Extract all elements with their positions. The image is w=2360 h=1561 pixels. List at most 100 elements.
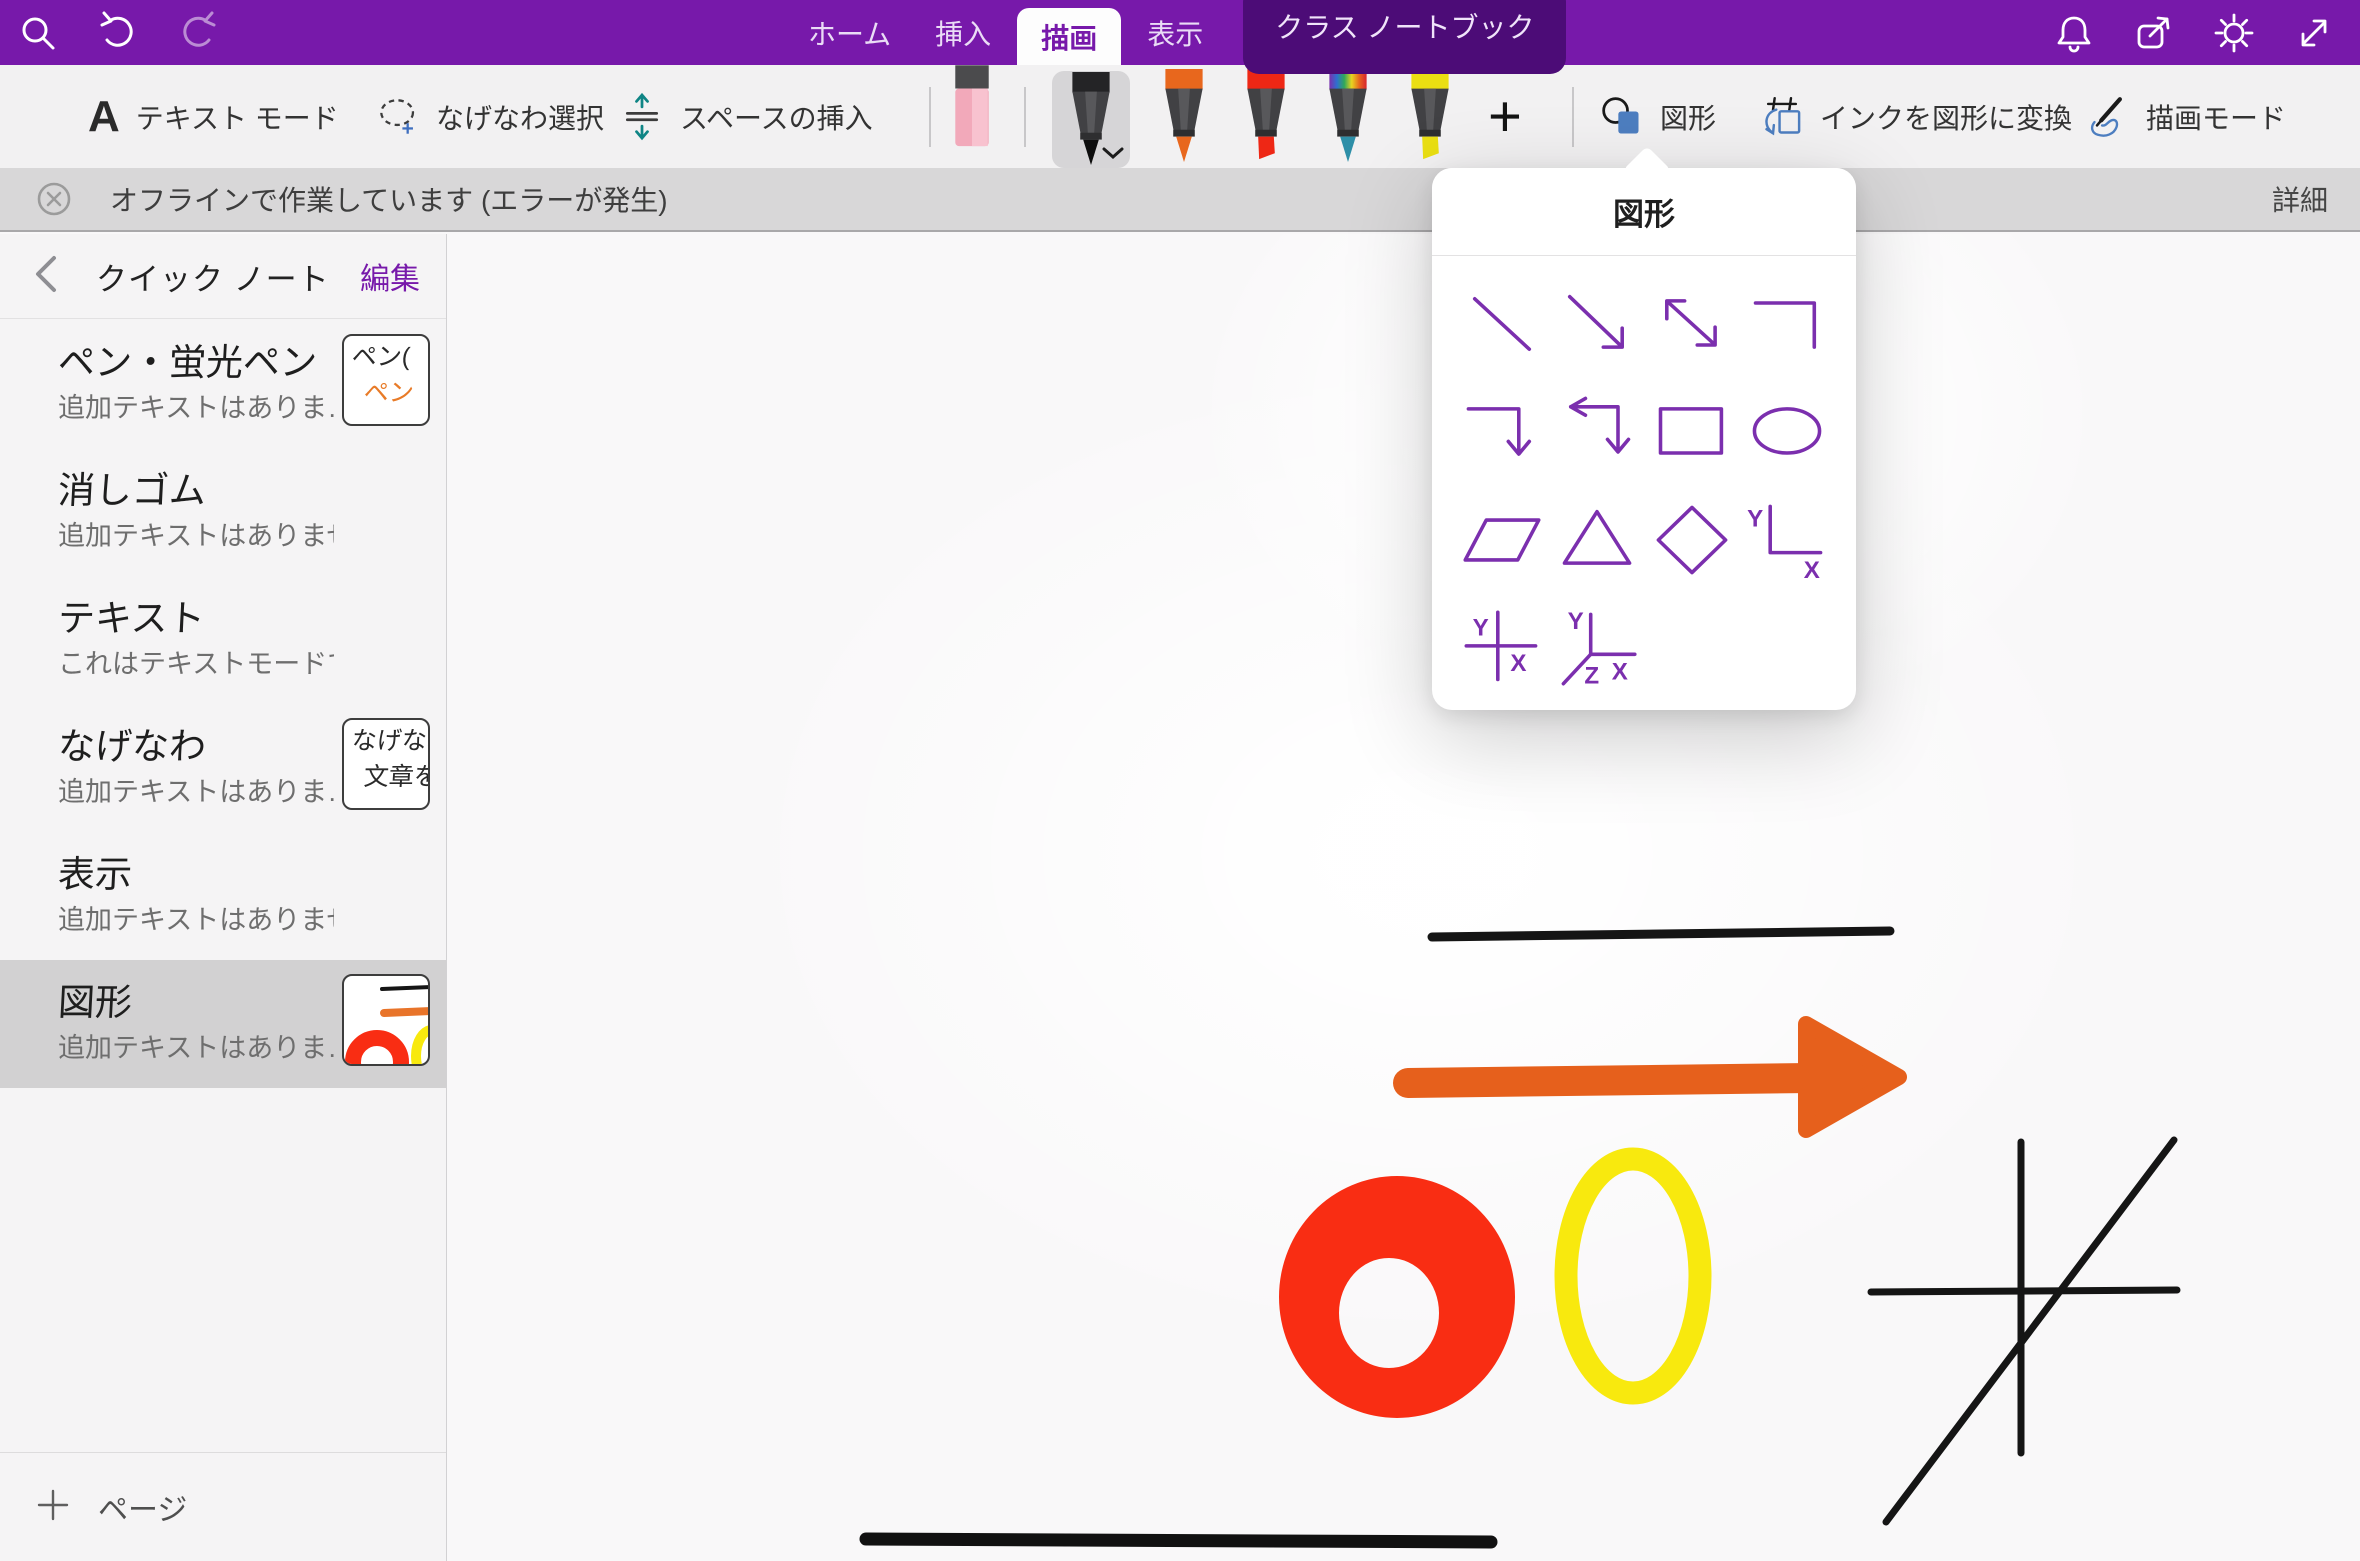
ink-to-shape-icon [1760, 95, 1804, 139]
page-title: 表示 [57, 852, 335, 898]
yellow-highlighter[interactable] [1402, 69, 1458, 165]
ink-to-shape-button[interactable]: インクを図形に変換 [1760, 65, 2072, 168]
shapes-popup: 図形 YXYXYZX [1432, 168, 1856, 710]
pen-options-chevron-icon[interactable] [1102, 147, 1124, 165]
page-title: 図形 [57, 980, 335, 1026]
edit-button[interactable]: 編集 [360, 254, 420, 298]
shape-triangle[interactable] [1549, 486, 1644, 594]
draw-mode-label: 描画モード [2146, 97, 2286, 137]
shapes-label: 図形 [1660, 97, 1716, 137]
page-list: ペン・蛍光ペン 追加テキストはありま… ペン(ペン 消しゴム 追加テキストはあり… [0, 320, 446, 1452]
page-list-item[interactable]: 消しゴム 追加テキストはありません [0, 448, 446, 576]
page-thumbnail: ペン(ペン [342, 334, 430, 426]
ribbon-tab-strip: ホーム挿入描画表示クラス ノートブック [790, 0, 1566, 65]
lasso-select-label: なげなわ選択 [436, 97, 604, 137]
search-icon[interactable] [16, 11, 60, 55]
eraser[interactable] [946, 64, 998, 152]
shape-axis-cross[interactable]: YX [1454, 594, 1549, 702]
shape-diagonal-arrow[interactable] [1549, 270, 1644, 378]
page-subtitle: これはテキストモードで入力し… [58, 646, 334, 682]
page-list-item[interactable]: テキスト これはテキストモードで入力し… [0, 576, 446, 704]
onenote-app: ホーム挿入描画表示クラス ノートブック A テキスト モード なげなわ選択 [0, 0, 2360, 1561]
pen-tray: + [946, 65, 1526, 168]
top-app-bar: ホーム挿入描画表示クラス ノートブック [0, 0, 2360, 65]
offline-banner: オフラインで作業しています (エラーが発生) 詳細 [0, 168, 2360, 232]
shape-parallelogram[interactable] [1454, 486, 1549, 594]
page-list-item[interactable]: ペン・蛍光ペン 追加テキストはありま… ペン(ペン [0, 320, 446, 448]
drawing-canvas[interactable] [447, 234, 2360, 1561]
undo-icon[interactable] [96, 11, 140, 55]
page-list-item[interactable]: 表示 追加テキストはありません [0, 832, 446, 960]
draw-toolbar: A テキスト モード なげなわ選択 [0, 65, 2360, 168]
ribbon-tab-ホーム[interactable]: ホーム [790, 0, 909, 65]
page-subtitle: 追加テキストはありま… [58, 774, 334, 810]
shape-axis-3d[interactable]: Y ZX [1549, 594, 1644, 702]
shapes-icon [1600, 95, 1644, 139]
lasso-select-button[interactable]: なげなわ選択 [376, 65, 604, 168]
sidebar-header: クイック ノート 編集 [0, 234, 446, 319]
settings-gear-icon[interactable] [2212, 11, 2256, 55]
lasso-icon [376, 95, 420, 139]
black-pen[interactable] [1052, 71, 1130, 168]
ribbon-tab-表示[interactable]: 表示 [1129, 0, 1221, 65]
page-list-item[interactable]: なげなわ 追加テキストはありま… なげなわ文章を [0, 704, 446, 832]
orange-pen[interactable] [1156, 69, 1212, 165]
rainbow-pen[interactable] [1320, 69, 1376, 165]
page-thumbnail [342, 974, 430, 1066]
ink-to-shape-label: インクを図形に変換 [1820, 97, 2072, 137]
plus-icon [36, 1488, 70, 1527]
insert-space-label: スペースの挿入 [680, 97, 873, 137]
share-icon[interactable] [2132, 11, 2176, 55]
page-subtitle: 追加テキストはありません [58, 902, 334, 938]
shape-elbow-arrow-left-down[interactable] [1549, 378, 1644, 486]
ribbon-tab-描画[interactable]: 描画 [1017, 8, 1121, 65]
shape-corner-right-angle[interactable] [1739, 270, 1834, 378]
insert-space-icon [620, 95, 664, 139]
bell-icon[interactable] [2052, 11, 2096, 55]
text-mode-button[interactable]: A テキスト モード [88, 65, 339, 168]
error-circle-icon [32, 177, 76, 221]
page-subtitle: 追加テキストはありません [58, 518, 334, 554]
shape-rectangle[interactable] [1644, 378, 1739, 486]
topbar-left-icons [16, 0, 220, 65]
svg-text:X: X [1611, 659, 1627, 686]
svg-text:X: X [1803, 557, 1819, 582]
page-list-sidebar: クイック ノート 編集 ペン・蛍光ペン 追加テキストはありま… ペン(ペン 消し… [0, 234, 447, 1561]
shape-elbow-arrow-down[interactable] [1454, 378, 1549, 486]
shape-diamond[interactable] [1644, 486, 1739, 594]
red-highlighter[interactable] [1238, 69, 1294, 165]
shapes-popup-title: 図形 [1432, 168, 1856, 256]
shapes-button[interactable]: 図形 [1600, 65, 1716, 168]
toolbar-divider [929, 87, 931, 147]
back-chevron-icon[interactable] [34, 253, 58, 300]
page-list-item[interactable]: 図形 追加テキストはありま… [0, 960, 446, 1088]
page-thumbnail: なげなわ文章を [342, 718, 430, 810]
shape-diagonal-double-arrow[interactable] [1644, 270, 1739, 378]
add-page-button[interactable]: ページ [0, 1452, 446, 1561]
banner-details-link[interactable]: 詳細 [2272, 179, 2328, 219]
text-mode-icon: A [88, 95, 120, 139]
class-notebook-tab[interactable]: クラス ノートブック [1243, 0, 1566, 74]
svg-text:Y: Y [1747, 505, 1763, 532]
shape-axis-2d[interactable]: YX [1739, 486, 1834, 594]
page-subtitle: 追加テキストはありま… [58, 390, 334, 426]
page-title: ペン・蛍光ペン [57, 340, 335, 386]
add-page-label: ページ [98, 1485, 187, 1529]
insert-space-button[interactable]: スペースの挿入 [620, 65, 873, 168]
draw-mode-button[interactable]: 描画モード [2086, 65, 2286, 168]
page-title: テキスト [57, 596, 335, 642]
svg-text:Z: Z [1584, 663, 1599, 690]
draw-mode-icon [2086, 95, 2130, 139]
shape-ellipse[interactable] [1739, 378, 1834, 486]
offline-message: オフラインで作業しています (エラーが発生) [110, 179, 668, 219]
fullscreen-icon[interactable] [2292, 11, 2336, 55]
svg-text:Y: Y [1567, 608, 1583, 635]
shape-diagonal-line[interactable] [1454, 270, 1549, 378]
page-title: 消しゴム [57, 468, 335, 514]
topbar-right-icons [2052, 0, 2336, 65]
svg-text:X: X [1510, 650, 1526, 677]
page-subtitle: 追加テキストはありま… [58, 1030, 334, 1066]
ribbon-tab-挿入[interactable]: 挿入 [917, 0, 1009, 65]
redo-icon[interactable] [176, 11, 220, 55]
add-pen-button[interactable]: + [1484, 88, 1526, 146]
